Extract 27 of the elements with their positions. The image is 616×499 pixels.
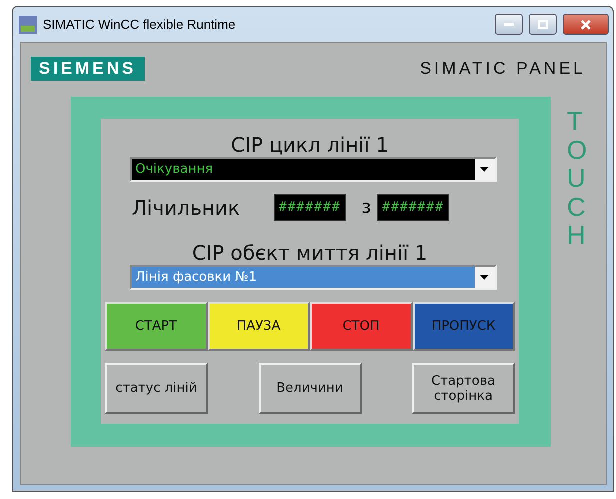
product-name: SIMATIC PANEL	[420, 59, 586, 79]
action-button[interactable]: СТОП	[310, 302, 412, 351]
logo: SIEMENS	[31, 57, 145, 81]
app-icon	[19, 16, 37, 34]
counter-value: #######	[274, 194, 346, 221]
separator-label: з	[362, 197, 372, 218]
nav-button[interactable]: статус ліній	[105, 363, 208, 414]
window-title: SIMATIC WinCC flexible Runtime	[43, 17, 237, 32]
side-label: TOUCH	[567, 107, 588, 252]
dropdown[interactable]: Лінія фасовки №1	[130, 265, 496, 290]
caret-icon	[480, 167, 489, 172]
section-title: CIP обєкт миття лінії 1	[192, 241, 428, 265]
counter-total: #######	[377, 194, 450, 221]
maximize-icon	[538, 20, 548, 29]
close-icon	[581, 20, 591, 30]
close-button[interactable]	[563, 14, 609, 35]
nav-button[interactable]: Стартова сторінка	[412, 363, 515, 414]
minimize-icon	[504, 23, 514, 26]
minimize-button[interactable]	[495, 14, 523, 35]
dropdown[interactable]: Очікування	[130, 157, 496, 182]
maximize-button[interactable]	[529, 14, 557, 35]
counter-label: Лічильник	[131, 196, 242, 220]
action-button[interactable]: ПАУЗА	[208, 302, 310, 351]
caret-icon	[480, 275, 489, 280]
nav-button[interactable]: Величини	[258, 363, 362, 414]
section-title: CIP цикл лінії 1	[231, 133, 389, 157]
action-button[interactable]: СТАРТ	[105, 302, 208, 351]
